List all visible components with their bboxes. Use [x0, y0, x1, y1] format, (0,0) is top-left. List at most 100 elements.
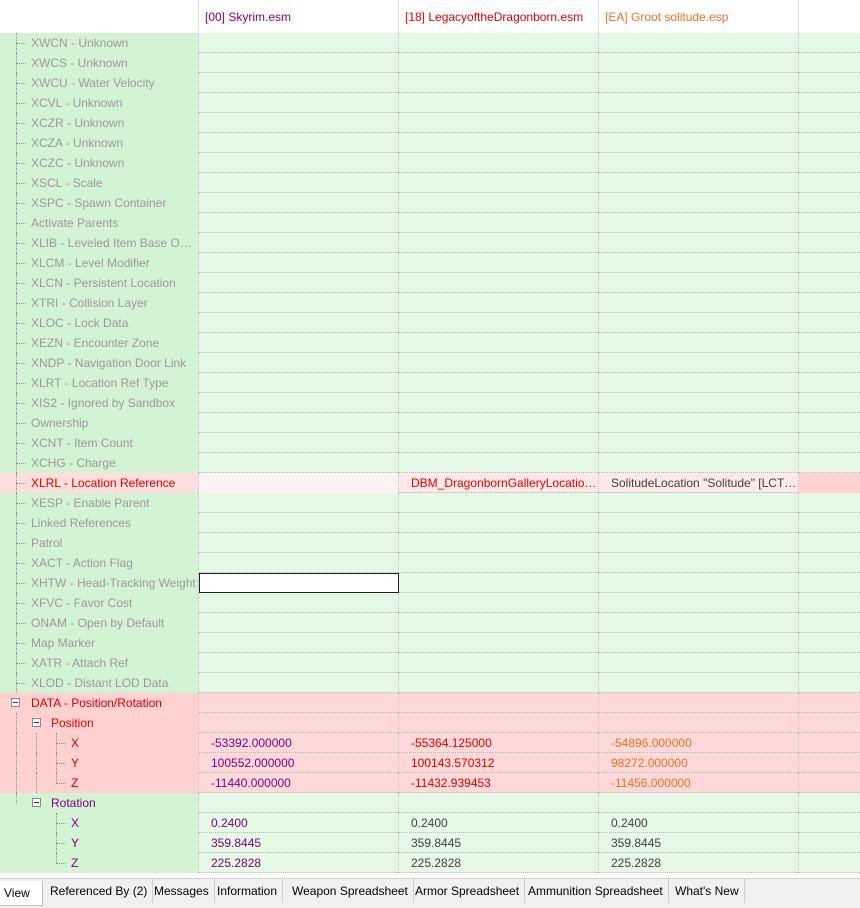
xlrl-value-skyrim[interactable]	[199, 473, 399, 493]
record-row-rotation-y[interactable]: Y 359.8445 359.8445 359.8445	[0, 833, 860, 853]
value-groot[interactable]: 98272.000000	[599, 753, 799, 773]
record-row-xwcu[interactable]: XWCU - Water Velocity	[0, 73, 860, 93]
tab-referenced-by[interactable]: Referenced By (2)	[45, 879, 154, 903]
collapse-icon[interactable]	[32, 718, 41, 727]
row-label: XSCL - Scale	[31, 176, 103, 190]
record-row-xact[interactable]: XACT - Action Flag	[0, 553, 860, 573]
header-groot-esp[interactable]: [EA] Groot solitude.esp	[599, 0, 799, 33]
record-row-position[interactable]: Position	[0, 713, 860, 733]
value-skyrim[interactable]: 225.2828	[199, 853, 399, 873]
record-row-position-z[interactable]: Z -11440.000000 -11432.939453 -11456.000…	[0, 773, 860, 793]
record-row-xloc[interactable]: XLOC - Lock Data	[0, 313, 860, 333]
row-label: XSPC - Spawn Container	[31, 196, 167, 210]
record-row-rotation[interactable]: Rotation	[0, 793, 860, 813]
record-grid: XWCN - Unknown XWCS - Unknown XWCU - Wat…	[0, 33, 860, 873]
tab-ammunition-spreadsheet[interactable]: Ammunition Spreadsheet	[523, 879, 669, 903]
collapse-icon[interactable]	[32, 798, 41, 807]
tab-view[interactable]: View	[0, 881, 43, 906]
record-row-xspc[interactable]: XSPC - Spawn Container	[0, 193, 860, 213]
row-label: XIS2 - Ignored by Sandbox	[31, 396, 176, 410]
record-row-xlrl[interactable]: XLRL - Location Reference DBM_Dragonborn…	[0, 473, 860, 493]
xlrl-value-groot[interactable]: SolitudeLocation "Solitude" [LCTN:00018A…	[599, 473, 799, 493]
record-row-xczc[interactable]: XCZC - Unknown	[0, 153, 860, 173]
header-blank	[0, 0, 199, 33]
record-row-xcza[interactable]: XCZA - Unknown	[0, 133, 860, 153]
tab-weapon-spreadsheet[interactable]: Weapon Spreadsheet	[287, 879, 414, 903]
value-skyrim[interactable]: -53392.000000	[199, 733, 399, 753]
row-label: ONAM - Open by Default	[31, 616, 165, 630]
tab-messages[interactable]: Messages	[149, 879, 215, 903]
record-row-activate-parents[interactable]: Activate Parents	[0, 213, 860, 233]
value-groot[interactable]: 225.2828	[599, 853, 799, 873]
record-row-position-y[interactable]: Y 100552.000000 100143.570312 98272.0000…	[0, 753, 860, 773]
row-label: XWCU - Water Velocity	[31, 76, 155, 90]
row-label: Y	[71, 836, 80, 850]
tab-armor-spreadsheet[interactable]: Armor Spreadsheet	[410, 879, 526, 903]
value-skyrim[interactable]: -11440.000000	[199, 773, 399, 793]
value-skyrim[interactable]: 0.2400	[199, 813, 399, 833]
value-legacy[interactable]: 359.8445	[399, 833, 599, 853]
row-label: XCZC - Unknown	[31, 156, 125, 170]
record-row-data[interactable]: DATA - Position/Rotation	[0, 693, 860, 713]
tab-whats-new[interactable]: What's New	[670, 879, 745, 903]
selected-cell[interactable]	[199, 573, 399, 593]
record-row-xlib[interactable]: XLIB - Leveled Item Base Obj...	[0, 233, 860, 253]
value-groot[interactable]: -54896.000000	[599, 733, 799, 753]
record-row-xlcn[interactable]: XLCN - Persistent Location	[0, 273, 860, 293]
record-row-xfvc[interactable]: XFVC - Favor Cost	[0, 593, 860, 613]
xlrl-value-legacy[interactable]: DBM_DragonbornGalleryLocation "Dragonbor…	[399, 473, 599, 493]
record-row-xlod[interactable]: XLOD - Distant LOD Data	[0, 673, 860, 693]
value-skyrim[interactable]: 100552.000000	[199, 753, 399, 773]
record-row-xwcs[interactable]: XWCS - Unknown	[0, 53, 860, 73]
value-legacy[interactable]: 225.2828	[399, 853, 599, 873]
record-row-xezn[interactable]: XEZN - Encounter Zone	[0, 333, 860, 353]
record-row-xtri[interactable]: XTRI - Collision Layer	[0, 293, 860, 313]
record-row-ownership[interactable]: Ownership	[0, 413, 860, 433]
record-row-xndp[interactable]: XNDP - Navigation Door Link	[0, 353, 860, 373]
tab-information[interactable]: Information	[212, 879, 284, 903]
record-row-xlrt[interactable]: XLRT - Location Ref Type	[0, 373, 860, 393]
record-row-xczr[interactable]: XCZR - Unknown	[0, 113, 860, 133]
value-groot[interactable]: 359.8445	[599, 833, 799, 853]
header-skyrim-esm[interactable]: [00] Skyrim.esm	[199, 0, 399, 33]
row-label: XESP - Enable Parent	[31, 496, 150, 510]
row-label: Ownership	[31, 416, 89, 430]
record-row-xatr[interactable]: XATR - Attach Ref	[0, 653, 860, 673]
row-label: XCNT - Item Count	[31, 436, 133, 450]
record-row-rotation-z[interactable]: Z 225.2828 225.2828 225.2828	[0, 853, 860, 873]
value-legacy[interactable]: -11432.939453	[399, 773, 599, 793]
value-skyrim[interactable]: 359.8445	[199, 833, 399, 853]
row-label: XACT - Action Flag	[31, 556, 133, 570]
record-row-xwcn[interactable]: XWCN - Unknown	[0, 33, 860, 53]
row-label: XLRT - Location Ref Type	[31, 376, 169, 390]
collapse-icon[interactable]	[11, 698, 20, 707]
value-legacy[interactable]: 0.2400	[399, 813, 599, 833]
record-row-position-x[interactable]: X -53392.000000 -55364.125000 -54896.000…	[0, 733, 860, 753]
header-legacy-esm[interactable]: [18] LegacyoftheDragonborn.esm	[399, 0, 599, 33]
record-row-xcvl[interactable]: XCVL - Unknown	[0, 93, 860, 113]
record-row-xis2[interactable]: XIS2 - Ignored by Sandbox	[0, 393, 860, 413]
record-row-linked-references[interactable]: Linked References	[0, 513, 860, 533]
row-label: X	[71, 816, 80, 830]
bottom-tab-bar: View Referenced By (2) Messages Informat…	[0, 878, 860, 908]
row-label: Z	[71, 776, 79, 790]
record-row-rotation-x[interactable]: X 0.2400 0.2400 0.2400	[0, 813, 860, 833]
record-row-xesp[interactable]: XESP - Enable Parent	[0, 493, 860, 513]
value-legacy[interactable]: 100143.570312	[399, 753, 599, 773]
row-label: XATR - Attach Ref	[31, 656, 129, 670]
value-legacy[interactable]: -55364.125000	[399, 733, 599, 753]
record-row-patrol[interactable]: Patrol	[0, 533, 860, 553]
record-row-xcnt[interactable]: XCNT - Item Count	[0, 433, 860, 453]
row-label: XLOC - Lock Data	[31, 316, 129, 330]
record-row-xchg[interactable]: XCHG - Charge	[0, 453, 860, 473]
record-row-onam[interactable]: ONAM - Open by Default	[0, 613, 860, 633]
record-row-xlcm[interactable]: XLCM - Level Modifier	[0, 253, 860, 273]
row-label: XLOD - Distant LOD Data	[31, 676, 169, 690]
value-groot[interactable]: 0.2400	[599, 813, 799, 833]
value-groot[interactable]: -11456.000000	[599, 773, 799, 793]
row-label: XTRI - Collision Layer	[31, 296, 148, 310]
record-row-xscl[interactable]: XSCL - Scale	[0, 173, 860, 193]
record-row-map-marker[interactable]: Map Marker	[0, 633, 860, 653]
row-label: Z	[71, 856, 79, 870]
record-row-xhtw[interactable]: XHTW - Head-Tracking Weight	[0, 573, 860, 593]
